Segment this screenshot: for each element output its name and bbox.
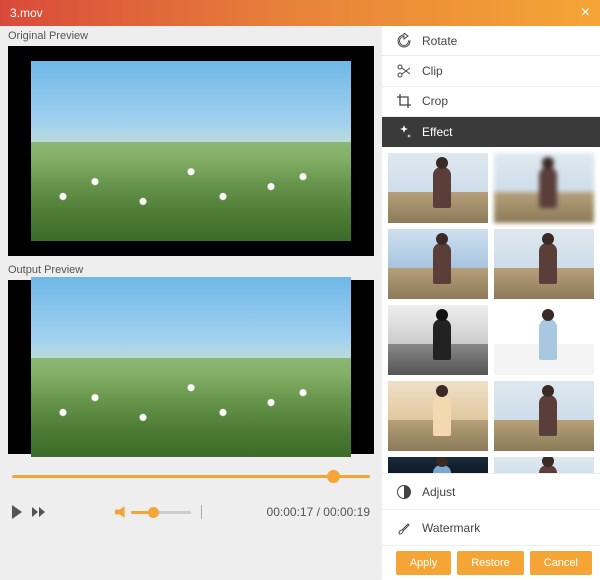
volume-icon[interactable] — [115, 506, 127, 518]
tool-adjust[interactable]: Adjust — [382, 474, 600, 510]
effect-preset[interactable] — [494, 153, 594, 223]
brush-icon — [396, 520, 412, 536]
tools-panel: Rotate Clip Crop Effect — [382, 26, 600, 580]
effect-preset[interactable] — [388, 381, 488, 451]
adjust-icon — [396, 484, 412, 500]
playback-slider[interactable] — [12, 464, 370, 490]
sparkle-icon — [396, 124, 412, 140]
play-icon[interactable] — [12, 505, 22, 519]
scissors-icon — [396, 63, 412, 79]
tool-label: Adjust — [422, 485, 455, 499]
preview-panel: Original Preview Output Preview 00:00:17… — [0, 26, 382, 580]
crop-icon — [396, 93, 412, 109]
output-preview — [8, 280, 374, 454]
rotate-icon — [396, 33, 412, 49]
timecode: 00:00:17 / 00:00:19 — [267, 505, 370, 519]
tool-label: Effect — [422, 125, 452, 139]
tool-label: Crop — [422, 94, 448, 108]
close-icon[interactable]: × — [581, 4, 590, 22]
effect-preset[interactable] — [494, 457, 594, 473]
tool-crop[interactable]: Crop — [382, 87, 600, 117]
effect-preset[interactable] — [388, 153, 488, 223]
playback-controls: 00:00:17 / 00:00:19 — [0, 490, 382, 534]
cancel-button[interactable]: Cancel — [530, 551, 592, 575]
volume-end-marker — [201, 505, 202, 519]
effect-preset[interactable] — [494, 381, 594, 451]
effect-preset[interactable] — [494, 305, 594, 375]
tool-label: Clip — [422, 64, 443, 78]
tool-effect[interactable]: Effect — [382, 117, 600, 147]
volume-slider[interactable] — [131, 511, 191, 514]
title-bar: 3.mov × — [0, 0, 600, 26]
file-name: 3.mov — [10, 6, 43, 20]
tool-label: Rotate — [422, 34, 457, 48]
effect-preset[interactable] — [388, 305, 488, 375]
fast-forward-icon[interactable] — [32, 507, 45, 517]
original-preview-label: Original Preview — [0, 26, 382, 46]
tool-label: Watermark — [422, 521, 480, 535]
action-buttons: Apply Restore Cancel — [382, 546, 600, 580]
apply-button[interactable]: Apply — [396, 551, 452, 575]
effect-preset[interactable] — [494, 229, 594, 299]
effect-preset[interactable] — [388, 457, 488, 473]
effects-grid — [382, 147, 600, 473]
effect-preset[interactable] — [388, 229, 488, 299]
tool-watermark[interactable]: Watermark — [382, 510, 600, 546]
tool-rotate[interactable]: Rotate — [382, 26, 600, 56]
tool-clip[interactable]: Clip — [382, 56, 600, 86]
restore-button[interactable]: Restore — [457, 551, 524, 575]
original-preview — [8, 46, 374, 256]
